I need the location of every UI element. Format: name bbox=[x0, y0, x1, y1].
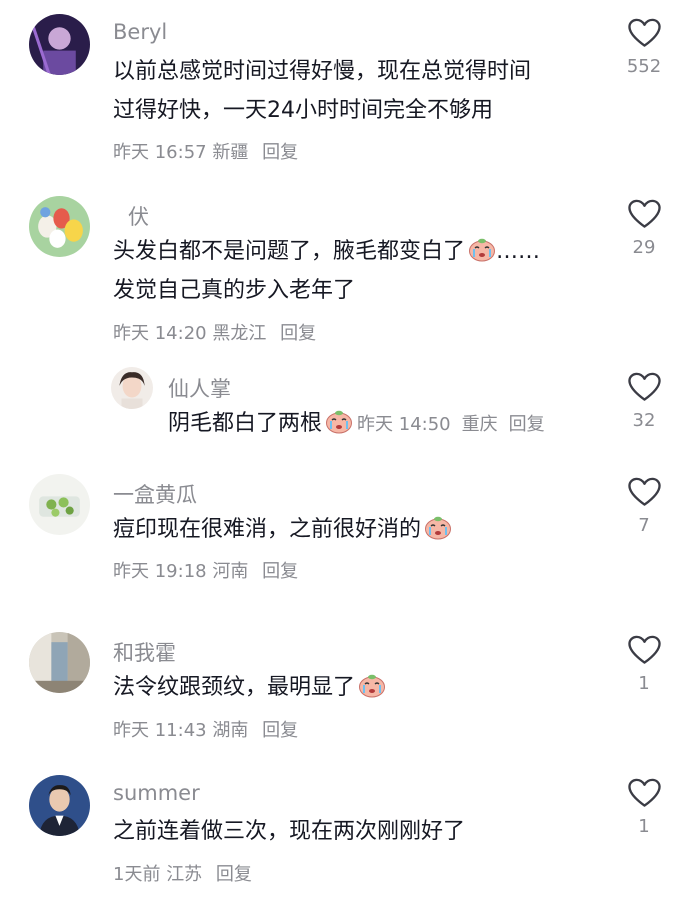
reply-button[interactable]: 回复 bbox=[262, 561, 298, 582]
heart-outline-icon bbox=[628, 199, 661, 229]
comment-location: 重庆 bbox=[461, 414, 498, 435]
like-button[interactable]: 1 bbox=[604, 635, 684, 694]
comment-meta: 昨天 19:18 河南 回复 bbox=[113, 557, 298, 583]
comment-location: 江苏 bbox=[166, 864, 203, 885]
like-button[interactable]: 29 bbox=[604, 199, 684, 258]
comment-text-line: …… bbox=[496, 239, 541, 264]
crying-face-emoji bbox=[358, 672, 386, 698]
comment-time: 1天前 bbox=[113, 864, 161, 885]
comment-text: 法令纹跟颈纹，最明显了 bbox=[113, 668, 386, 707]
username[interactable]: 仙人掌 bbox=[168, 373, 231, 403]
comment-time: 昨天 19:18 bbox=[113, 561, 207, 582]
crying-face-emoji bbox=[468, 236, 496, 262]
avatar[interactable] bbox=[29, 474, 90, 535]
heart-outline-icon bbox=[628, 635, 661, 665]
like-button[interactable]: 552 bbox=[604, 18, 684, 77]
comment-text-line: 发觉自己真的步入老年了 bbox=[113, 278, 356, 303]
avatar[interactable] bbox=[29, 632, 90, 693]
heart-outline-icon bbox=[628, 778, 661, 808]
username[interactable]: 一盒黄瓜 bbox=[113, 479, 197, 509]
comment-text-line: 头发白都不是问题了，腋毛都变白了 bbox=[113, 239, 466, 264]
crying-face-emoji bbox=[325, 408, 353, 434]
comment-text: 痘印现在很难消，之前很好消的 bbox=[113, 510, 452, 549]
reply-button[interactable]: 回复 bbox=[216, 864, 252, 885]
comment-text-line: 之前连着做三次，现在两次刚刚好了 bbox=[113, 819, 466, 844]
comment-time: 昨天 14:50 bbox=[357, 414, 451, 435]
comment-text: 以前总感觉时间过得好慢，现在总觉得时间 过得好快，一天24小时时间完全不够用 bbox=[113, 52, 531, 130]
like-button[interactable]: 32 bbox=[604, 372, 684, 431]
comment-time: 昨天 14:20 bbox=[113, 323, 207, 344]
heart-outline-icon bbox=[628, 372, 661, 402]
like-count: 29 bbox=[632, 237, 656, 258]
comment-text-line: 以前总感觉时间过得好慢，现在总觉得时间 bbox=[113, 59, 532, 84]
like-count: 7 bbox=[638, 515, 650, 536]
comment-time: 昨天 11:43 bbox=[113, 720, 207, 741]
like-button[interactable]: 7 bbox=[604, 477, 684, 536]
reply-button[interactable]: 回复 bbox=[509, 414, 545, 435]
username[interactable]: 和我霍 bbox=[113, 637, 176, 667]
like-count: 32 bbox=[632, 410, 656, 431]
avatar[interactable] bbox=[29, 196, 90, 257]
avatar[interactable] bbox=[111, 367, 153, 409]
username[interactable]: Beryl bbox=[113, 20, 167, 44]
comment-text-line: 过得好快，一天24小时时间完全不够用 bbox=[113, 98, 493, 123]
comment-text: 阴毛都白了两根 昨天 14:50 重庆 回复 bbox=[168, 404, 545, 444]
comment-text: 之前连着做三次，现在两次刚刚好了 bbox=[113, 812, 465, 851]
comment-meta: 昨天 16:57 新疆 回复 bbox=[113, 138, 298, 164]
comment-location: 湖南 bbox=[212, 720, 249, 741]
avatar[interactable] bbox=[29, 775, 90, 836]
comment-time: 昨天 16:57 bbox=[113, 142, 207, 163]
comment-meta: 1天前 江苏 回复 bbox=[113, 860, 252, 886]
username[interactable]: summer bbox=[113, 781, 200, 805]
reply-button[interactable]: 回复 bbox=[280, 323, 316, 344]
comment-text: 头发白都不是问题了，腋毛都变白了 …… 发觉自己真的步入老年了 bbox=[113, 232, 540, 310]
comment-text-line: 法令纹跟颈纹，最明显了 bbox=[113, 675, 356, 700]
comment-location: 黑龙江 bbox=[212, 323, 267, 344]
avatar[interactable] bbox=[29, 14, 90, 75]
like-count: 1 bbox=[638, 673, 650, 694]
comment-meta: 昨天 11:43 湖南 回复 bbox=[113, 716, 298, 742]
heart-outline-icon bbox=[628, 18, 661, 48]
comment-location: 河南 bbox=[212, 561, 249, 582]
like-count: 1 bbox=[638, 816, 650, 837]
comment-text-line: 痘印现在很难消，之前很好消的 bbox=[113, 517, 422, 542]
heart-outline-icon bbox=[628, 477, 661, 507]
crying-face-emoji bbox=[424, 514, 452, 540]
like-count: 552 bbox=[626, 56, 662, 77]
comment-text-line: 阴毛都白了两根 bbox=[168, 411, 323, 436]
username[interactable]: 伏 bbox=[128, 201, 149, 231]
reply-button[interactable]: 回复 bbox=[262, 142, 298, 163]
like-button[interactable]: 1 bbox=[604, 778, 684, 837]
reply-button[interactable]: 回复 bbox=[262, 720, 298, 741]
comment-meta: 昨天 14:20 黑龙江 回复 bbox=[113, 319, 316, 345]
comment-location: 新疆 bbox=[212, 142, 249, 163]
